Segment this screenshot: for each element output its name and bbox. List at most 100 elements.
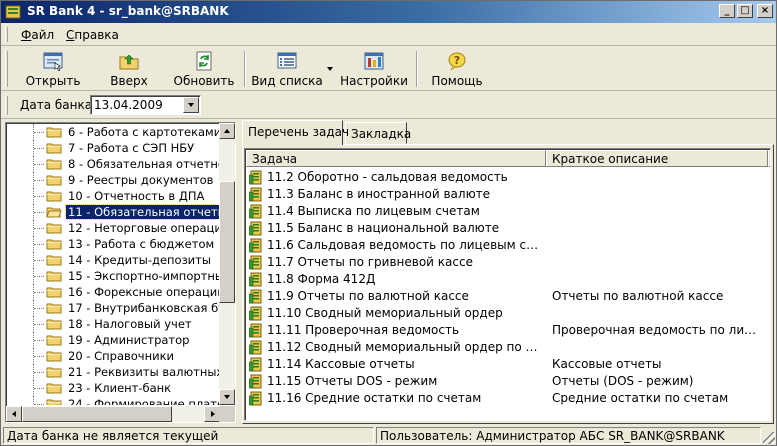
tree-item[interactable]: 10 - Отчетность в ДПА	[6, 188, 220, 204]
task-row[interactable]: 11.7 Отчеты по гривневой кассе	[248, 254, 768, 271]
bank-date-combo[interactable]: 13.04.2009	[90, 95, 201, 115]
window-title: SR Bank 4 - sr_bank@SRBANK	[27, 4, 229, 18]
task-name: 11.15 Отчеты DOS - режим	[267, 374, 438, 388]
folder-icon	[46, 287, 62, 298]
report-icon	[249, 340, 262, 355]
scroll-down-button[interactable]	[219, 389, 235, 405]
task-name: 11.7 Отчеты по гривневой кассе	[267, 255, 473, 269]
help-icon: ?	[448, 52, 466, 71]
scroll-left-button[interactable]	[6, 406, 22, 422]
tree-item-label: 16 - Форексные операции	[68, 285, 220, 299]
toolbar-separator	[244, 51, 246, 87]
datebar-grip[interactable]	[5, 96, 8, 115]
folder-icon	[46, 335, 62, 346]
scroll-right-button[interactable]	[204, 406, 220, 422]
folder-icon	[46, 143, 62, 154]
task-tree[interactable]: 6 - Работа с картотеками 7 - Работа с СЭП…	[5, 122, 236, 423]
tree-vertical-scrollbar[interactable]	[219, 123, 235, 405]
tree-item[interactable]: 14 - Кредиты-депозиты	[6, 252, 220, 268]
tree-item-label: 14 - Кредиты-депозиты	[68, 253, 211, 267]
tree-item[interactable]: 20 - Справочники	[6, 348, 220, 364]
close-button[interactable]: ×	[757, 4, 773, 18]
tree-connector	[34, 404, 44, 405]
tree-item-label: 7 - Работа с СЭП НБУ	[68, 141, 195, 155]
report-icon	[249, 170, 262, 185]
tree-item[interactable]: 7 - Работа с СЭП НБУ	[6, 140, 220, 156]
horizontal-scroll-thumb[interactable]	[22, 406, 172, 422]
menu-file[interactable]: Файл	[21, 28, 54, 42]
column-header-task[interactable]: Задача	[246, 150, 546, 167]
settings-icon	[364, 52, 384, 70]
task-row[interactable]: 11.9 Отчеты по валютной кассе Отчеты по в…	[248, 288, 768, 305]
up-button[interactable]: Вверх	[93, 49, 165, 89]
task-row[interactable]: 11.3 Баланс в иностранной валюте	[248, 186, 768, 203]
task-row[interactable]: 11.5 Баланс в национальной валюте	[248, 220, 768, 237]
report-icon	[249, 374, 262, 389]
folder-icon	[46, 367, 62, 378]
task-row[interactable]: 11.15 Отчеты DOS - режим Отчеты (DOS - ре…	[248, 373, 768, 390]
refresh-button[interactable]: Обновить	[169, 49, 239, 89]
report-icon	[249, 255, 262, 270]
tab-task-list[interactable]: Перечень задач	[242, 120, 349, 145]
tree-item[interactable]: 18 - Налоговый учет	[6, 316, 220, 332]
settings-button[interactable]: Настройки	[339, 49, 409, 89]
size-grip[interactable]	[763, 432, 775, 444]
menu-help[interactable]: Справка	[66, 28, 119, 42]
tree-item[interactable]: 8 - Обязательная отчетно	[6, 156, 220, 172]
tree-item[interactable]: 6 - Работа с картотеками	[6, 124, 220, 140]
tree-connector	[34, 292, 44, 293]
task-description: Кассовые отчеты	[552, 357, 662, 371]
title-bar[interactable]: SR Bank 4 - sr_bank@SRBANK _ □ ×	[1, 1, 776, 23]
tree-horizontal-scrollbar[interactable]	[6, 406, 220, 422]
tree-item[interactable]: 12 - Неторговые операци	[6, 220, 220, 236]
tree-item[interactable]: 11 - Обязательная отчетн	[6, 204, 220, 220]
tree-item-label: 21 - Реквизиты валютных п	[68, 365, 220, 379]
bank-date-value[interactable]: 13.04.2009	[94, 98, 163, 112]
task-row[interactable]: 11.12 Сводный мемориальный ордер по пере…	[248, 339, 768, 356]
tree-item[interactable]: 19 - Администратор	[6, 332, 220, 348]
task-row[interactable]: 11.14 Кассовые отчеты Кассовые отчеты	[248, 356, 768, 373]
folder-icon	[46, 399, 62, 405]
task-row[interactable]: 11.11 Проверочная ведомость Проверочная в…	[248, 322, 768, 339]
list-view-button[interactable]: Вид списка	[249, 49, 325, 89]
report-icon	[249, 306, 262, 321]
maximize-button[interactable]: □	[737, 4, 753, 18]
scroll-thumb[interactable]	[219, 181, 235, 303]
app-icon	[5, 5, 21, 19]
task-row[interactable]: 11.10 Сводный мемориальный ордер	[248, 305, 768, 322]
tree-list: 6 - Работа с картотеками 7 - Работа с СЭП…	[6, 123, 220, 405]
task-list-view[interactable]: Задача Краткое описание 11.2 Оборотно - …	[244, 148, 771, 421]
task-name: 11.9 Отчеты по валютной кассе	[267, 289, 469, 303]
tree-connector	[34, 228, 44, 229]
column-header-description[interactable]: Краткое описание	[546, 150, 768, 167]
task-row[interactable]: 11.16 Средние остатки по счетам Средние о…	[248, 390, 768, 407]
tree-item[interactable]: 23 - Клиент-банк	[6, 380, 220, 396]
tree-item[interactable]: 24 - Формирование платеж	[6, 396, 220, 405]
panel-splitter[interactable]	[237, 122, 241, 424]
task-row[interactable]: 11.6 Сальдовая ведомость по лицевым счет…	[248, 237, 768, 254]
menu-grip[interactable]	[5, 27, 8, 42]
tree-item[interactable]: 16 - Форексные операции	[6, 284, 220, 300]
list-view-dropdown-arrow[interactable]	[327, 67, 333, 71]
minimize-button[interactable]: _	[719, 4, 735, 18]
open-button[interactable]: Открыть	[15, 49, 91, 89]
report-icon	[249, 238, 262, 253]
task-row[interactable]: 11.2 Оборотно - сальдовая ведомость	[248, 169, 768, 186]
toolbar-grip[interactable]	[5, 51, 8, 87]
tree-item[interactable]: 9 - Реестры документов	[6, 172, 220, 188]
tree-item-label: 13 - Работа с бюджетом	[68, 237, 215, 251]
tree-item[interactable]: 21 - Реквизиты валютных п	[6, 364, 220, 380]
tree-connector	[34, 388, 44, 389]
tree-item[interactable]: 15 - Экспортно-импортные	[6, 268, 220, 284]
tree-item[interactable]: 17 - Внутрибанковская бух	[6, 300, 220, 316]
help-button[interactable]: ? Помощь	[422, 49, 492, 89]
refresh-icon	[196, 51, 212, 71]
task-row[interactable]: 11.4 Выписка по лицевым счетам	[248, 203, 768, 220]
tree-connector	[34, 180, 44, 181]
task-name: 11.2 Оборотно - сальдовая ведомость	[267, 170, 508, 184]
tree-item[interactable]: 13 - Работа с бюджетом	[6, 236, 220, 252]
bank-date-dropdown-button[interactable]	[183, 97, 199, 113]
tab-bookmark[interactable]: Закладка	[345, 122, 411, 144]
task-row[interactable]: 11.8 Форма 412Д	[248, 271, 768, 288]
scroll-up-button[interactable]	[219, 123, 235, 139]
